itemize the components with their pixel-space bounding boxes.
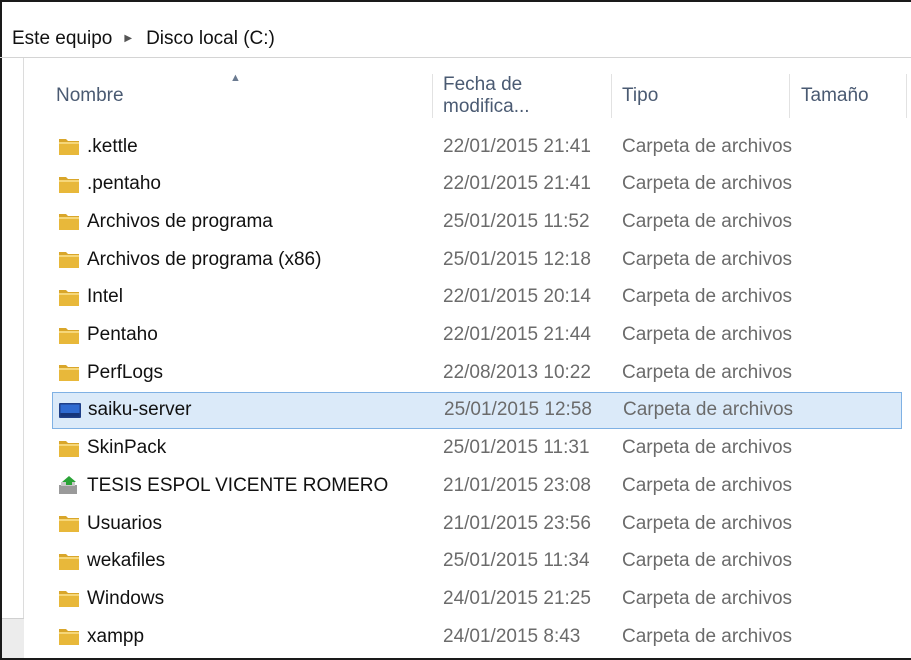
folder-icon	[57, 360, 81, 384]
breadcrumb-item-este-equipo[interactable]: Este equipo	[12, 28, 112, 50]
navigation-pane-edge	[2, 58, 24, 658]
file-modified-date: 22/08/2013 10:22	[443, 361, 591, 383]
column-header-size-label: Tamaño	[801, 85, 869, 106]
file-type: Carpeta de archivos	[623, 399, 794, 421]
file-modified-date: 25/01/2015 12:18	[443, 248, 591, 270]
file-type: Carpeta de archivos	[622, 361, 793, 383]
column-header-type-label: Tipo	[622, 85, 659, 106]
file-modified-date: 25/01/2015 11:52	[443, 210, 590, 232]
list-item[interactable]: Pentaho 22/01/2015 21:44 Carpeta de archiv…	[52, 317, 902, 354]
file-name: TESIS ESPOL VICENTE ROMERO	[87, 474, 389, 496]
file-modified-date: 25/01/2015 11:31	[443, 437, 590, 459]
column-divider[interactable]	[906, 74, 907, 118]
list-item[interactable]: wekafiles 25/01/2015 11:34 Carpeta de arch…	[52, 543, 902, 580]
file-type: Carpeta de archivos	[622, 625, 793, 647]
list-item[interactable]: .kettle 22/01/2015 21:41 Carpeta de archiv…	[52, 128, 902, 165]
file-name: Windows	[87, 587, 165, 609]
folder-icon	[57, 285, 81, 309]
file-name: Usuarios	[87, 512, 162, 534]
folder-icon	[57, 436, 81, 460]
file-modified-date: 25/01/2015 11:34	[443, 550, 590, 572]
column-divider[interactable]	[432, 74, 433, 118]
file-modified-date: 22/01/2015 21:44	[443, 324, 591, 345]
file-name: wekafiles	[87, 550, 166, 572]
list-item[interactable]: PerfLogs 22/08/2013 10:22 Carpeta de archi…	[52, 354, 902, 391]
navigation-pane-scrollbar[interactable]	[2, 618, 24, 658]
folder-icon	[57, 549, 81, 573]
folder-icon	[57, 323, 81, 347]
column-header-size[interactable]: Tamaño	[801, 70, 911, 122]
file-type: Carpeta de archivos	[622, 587, 793, 609]
file-modified-date: 22/01/2015 20:14	[443, 286, 591, 308]
file-modified-date: 21/01/2015 23:08	[443, 474, 591, 496]
file-name: Intel	[87, 286, 123, 308]
file-modified-date: 22/01/2015 21:41	[443, 173, 591, 195]
folder-icon	[57, 586, 81, 610]
up-caret-icon: ▲	[230, 72, 241, 84]
file-modified-date: 24/01/2015 21:25	[443, 587, 591, 609]
file-type: Carpeta de archivos	[622, 324, 793, 345]
column-divider[interactable]	[789, 74, 790, 118]
folder-icon	[57, 134, 81, 158]
file-type: Carpeta de archivos	[622, 173, 793, 195]
file-type: Carpeta de archivos	[622, 248, 793, 270]
file-name: Archivos de programa	[87, 210, 273, 232]
column-header-type[interactable]: Tipo	[622, 70, 789, 122]
column-header-date-label: Fecha de modifica...	[443, 74, 530, 117]
file-name: .pentaho	[87, 173, 161, 195]
file-modified-date: 21/01/2015 23:56	[443, 512, 591, 534]
list-item[interactable]: .pentaho 22/01/2015 21:41 Carpeta de archi…	[52, 166, 902, 203]
file-modified-date: 25/01/2015 12:58	[444, 399, 592, 421]
list-item[interactable]: Archivos de programa (x86) 25/01/2015 12:…	[52, 241, 902, 278]
file-name: xampp	[87, 625, 145, 647]
breadcrumb-item-disco-local[interactable]: Disco local (C:)	[146, 28, 275, 50]
file-name: saiku-server	[88, 399, 192, 421]
file-name: .kettle	[87, 135, 138, 157]
chevron-right-icon[interactable]: ▶	[124, 33, 132, 44]
column-header-name-label: Nombre	[56, 85, 124, 106]
folder-icon	[57, 247, 81, 271]
file-type: Carpeta de archivos	[622, 474, 793, 496]
column-header-date[interactable]: Fecha de modifica...	[443, 70, 611, 122]
list-item[interactable]: Usuarios 21/01/2015 23:56 Carpeta de archi…	[52, 505, 902, 542]
file-type: Carpeta de archivos	[622, 512, 793, 534]
folder-icon	[57, 511, 81, 535]
file-name: Pentaho	[87, 324, 158, 345]
list-item[interactable]: TESIS ESPOL VICENTE ROMERO 21/01/2015 23:…	[52, 467, 902, 504]
folder-icon	[57, 209, 81, 233]
folder-icon	[57, 172, 81, 196]
file-type: Carpeta de archivos	[622, 210, 793, 232]
list-item[interactable]: xampp 24/01/2015 8:43 Carpeta de archivos	[52, 618, 902, 655]
file-name: PerfLogs	[87, 361, 164, 383]
column-header-name[interactable]: Nombre	[56, 70, 431, 122]
list-item[interactable]: Archivos de programa 25/01/2015 11:52 Carp…	[52, 203, 902, 240]
desktop-folder-icon	[58, 399, 82, 423]
list-item[interactable]: Intel 22/01/2015 20:14 Carpeta de archivos	[52, 279, 902, 316]
column-divider[interactable]	[611, 74, 612, 118]
list-item[interactable]: Windows 24/01/2015 21:25 Carpeta de archiv…	[52, 580, 902, 617]
file-modified-date: 24/01/2015 8:43	[443, 625, 581, 647]
list-item[interactable]: saiku-server 25/01/2015 12:58 Carpeta de a…	[52, 391, 902, 429]
file-type: Carpeta de archivos	[622, 437, 793, 459]
file-type: Carpeta de archivos	[622, 550, 793, 572]
file-modified-date: 22/01/2015 21:41	[443, 135, 591, 157]
column-header-row: Nombre ▲ Fecha de modifica... Tipo Tamañ…	[40, 70, 911, 122]
shared-folder-icon	[57, 473, 81, 497]
folder-icon	[57, 624, 81, 648]
file-name: Archivos de programa (x86)	[87, 248, 322, 270]
breadcrumb: Este equipo ▶ Disco local (C:)	[0, 20, 911, 58]
file-type: Carpeta de archivos	[622, 135, 793, 157]
list-item[interactable]: SkinPack 25/01/2015 11:31 Carpeta de archi…	[52, 430, 902, 467]
file-type: Carpeta de archivos	[622, 286, 793, 308]
file-name: SkinPack	[87, 437, 167, 459]
